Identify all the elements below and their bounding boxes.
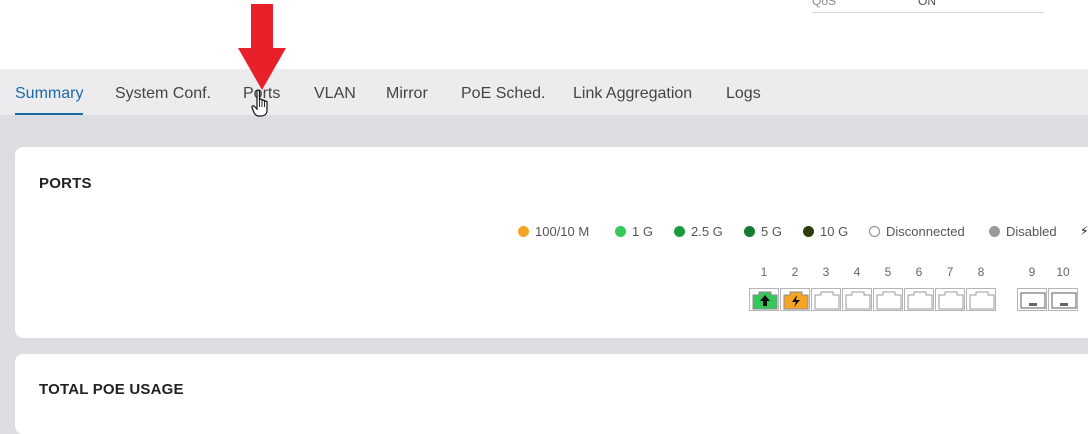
sfp-port-icon	[1051, 292, 1077, 309]
port-number: 6	[915, 265, 923, 279]
poe-usage-card: TOTAL POE USAGE	[15, 354, 1088, 434]
qos-label: QoS	[812, 0, 837, 8]
port-9[interactable]	[1017, 288, 1047, 311]
ports-card-title: PORTS	[39, 175, 92, 192]
ethernet-port-icon	[938, 291, 964, 310]
port-number: 5	[884, 265, 892, 279]
legend-label: 100/10 M	[535, 224, 590, 239]
legend-dot-disabled	[989, 226, 1000, 237]
port-2[interactable]	[780, 288, 810, 311]
port-3[interactable]	[811, 288, 841, 311]
port-8[interactable]	[966, 288, 996, 311]
tab-mirror[interactable]: Mirror	[386, 69, 428, 115]
legend-disabled: Disabled	[989, 224, 1057, 239]
legend-10g: 10 G	[803, 224, 848, 239]
legend-label: 5 G	[761, 224, 782, 239]
legend-1g: 1 G	[615, 224, 653, 239]
ethernet-port-uplink-icon	[752, 291, 778, 310]
legend-dot-1g	[615, 226, 626, 237]
port-number: 9	[1028, 265, 1036, 279]
port-number: 8	[977, 265, 985, 279]
ports-card: PORTS 100/10 M 1 G 2.5 G 5 G 10 G Discon…	[15, 147, 1088, 338]
ethernet-port-icon	[814, 291, 840, 310]
annotation-arrow-icon	[238, 4, 286, 90]
legend-label: Disconnected	[886, 224, 965, 239]
ethernet-port-icon	[845, 291, 871, 310]
tab-summary[interactable]: Summary	[15, 69, 84, 115]
sfp-port-icon	[1020, 292, 1046, 309]
legend-disconnected: Disconnected	[869, 224, 965, 239]
hand-cursor-icon	[251, 89, 268, 117]
legend-dot-10g	[803, 226, 814, 237]
port-6[interactable]	[904, 288, 934, 311]
legend-dot-2-5g	[674, 226, 685, 237]
port-number: 1	[760, 265, 768, 279]
ethernet-port-poe-icon	[783, 291, 809, 310]
poe-card-title: TOTAL POE USAGE	[39, 381, 184, 398]
port-number: 3	[822, 265, 830, 279]
port-number: 4	[853, 265, 861, 279]
tab-poe-sched[interactable]: PoE Sched.	[461, 69, 546, 115]
port-1[interactable]	[749, 288, 779, 311]
legend-label: 2.5 G	[691, 224, 723, 239]
legend-label: 1 G	[632, 224, 653, 239]
lightning-icon: ⚡	[1080, 224, 1088, 238]
port-number: 10	[1056, 265, 1070, 279]
ethernet-port-icon	[969, 291, 995, 310]
ethernet-port-icon	[876, 291, 902, 310]
tab-system-conf[interactable]: System Conf.	[115, 69, 211, 115]
tab-bar: Summary System Conf. Ports VLAN Mirror P…	[0, 69, 1088, 115]
legend-label: Disabled	[1006, 224, 1057, 239]
legend-dot-100-10m	[518, 226, 529, 237]
qos-status-row: QoS ON	[812, 0, 1044, 13]
tab-vlan[interactable]: VLAN	[314, 69, 356, 115]
port-4[interactable]	[842, 288, 872, 311]
ethernet-port-icon	[907, 291, 933, 310]
top-header: QoS ON	[0, 0, 1088, 69]
legend-label: 10 G	[820, 224, 849, 239]
legend-100-10m: 100/10 M	[518, 224, 589, 239]
qos-value: ON	[918, 0, 936, 8]
port-7[interactable]	[935, 288, 965, 311]
legend-5g: 5 G	[744, 224, 782, 239]
port-10[interactable]	[1048, 288, 1078, 311]
tab-link-aggregation[interactable]: Link Aggregation	[573, 69, 692, 115]
tab-logs[interactable]: Logs	[726, 69, 761, 115]
legend-dot-5g	[744, 226, 755, 237]
legend-2-5g: 2.5 G	[674, 224, 723, 239]
port-number: 7	[946, 265, 954, 279]
port-number: 2	[791, 265, 799, 279]
legend-dot-disconnected	[869, 226, 880, 237]
port-5[interactable]	[873, 288, 903, 311]
